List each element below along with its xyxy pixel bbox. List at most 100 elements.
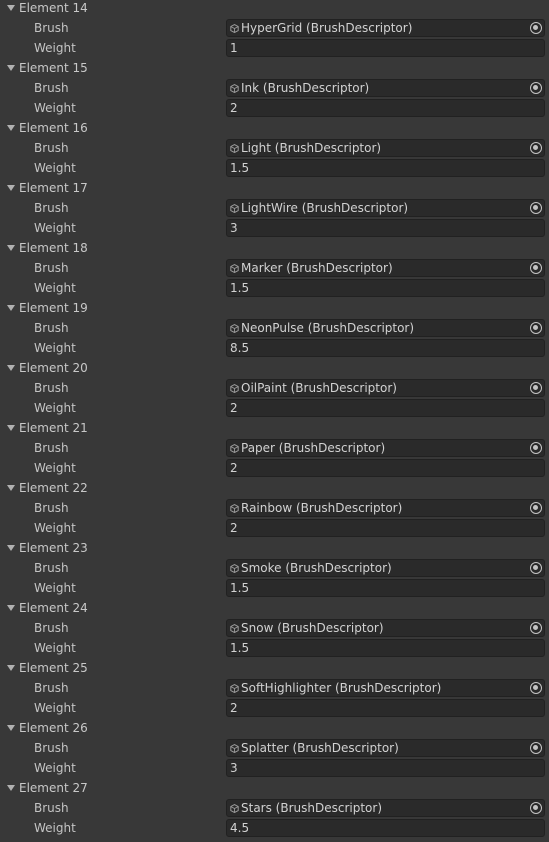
- object-picker-icon[interactable]: [530, 322, 542, 334]
- foldout-expanded-icon[interactable]: [7, 365, 15, 371]
- weight-value: 4.5: [230, 821, 250, 835]
- scriptable-object-icon: [230, 24, 239, 33]
- object-picker-icon[interactable]: [530, 382, 542, 394]
- object-picker-icon[interactable]: [530, 622, 542, 634]
- element-foldout-header[interactable]: Element 27: [0, 778, 549, 798]
- weight-label: Weight: [34, 401, 76, 415]
- weight-field[interactable]: 4.5: [226, 819, 545, 837]
- object-picker-icon[interactable]: [530, 82, 542, 94]
- foldout-expanded-icon[interactable]: [7, 725, 15, 731]
- brush-object-field[interactable]: Splatter (BrushDescriptor): [226, 739, 545, 757]
- element-foldout-header[interactable]: Element 16: [0, 118, 549, 138]
- weight-field[interactable]: 2: [226, 459, 545, 477]
- weight-field[interactable]: 8.5: [226, 339, 545, 357]
- foldout-expanded-icon[interactable]: [7, 485, 15, 491]
- brush-value: Light (BrushDescriptor): [241, 141, 382, 155]
- element-title: Element 22: [19, 481, 88, 495]
- object-picker-icon[interactable]: [530, 22, 542, 34]
- object-picker-icon[interactable]: [530, 142, 542, 154]
- object-picker-icon[interactable]: [530, 502, 542, 514]
- weight-value: 2: [230, 401, 238, 415]
- foldout-expanded-icon[interactable]: [7, 5, 15, 11]
- element-foldout-header[interactable]: Element 22: [0, 478, 549, 498]
- brush-value: Snow (BrushDescriptor): [241, 621, 384, 635]
- weight-label: Weight: [34, 341, 76, 355]
- weight-value: 1.5: [230, 641, 250, 655]
- object-picker-icon[interactable]: [530, 682, 542, 694]
- foldout-expanded-icon[interactable]: [7, 665, 15, 671]
- element-foldout-header[interactable]: Element 25: [0, 658, 549, 678]
- weight-field[interactable]: 1.5: [226, 159, 545, 177]
- foldout-expanded-icon[interactable]: [7, 785, 15, 791]
- object-picker-icon[interactable]: [530, 442, 542, 454]
- brush-object-field[interactable]: Snow (BrushDescriptor): [226, 619, 545, 637]
- element-foldout-header[interactable]: Element 17: [0, 178, 549, 198]
- object-picker-icon[interactable]: [530, 262, 542, 274]
- list-element: Element 15 Brush Ink (BrushDescriptor) W…: [0, 58, 549, 118]
- element-foldout-header[interactable]: Element 24: [0, 598, 549, 618]
- brush-object-field[interactable]: Marker (BrushDescriptor): [226, 259, 545, 277]
- element-foldout-header[interactable]: Element 23: [0, 538, 549, 558]
- weight-field[interactable]: 3: [226, 219, 545, 237]
- element-title: Element 24: [19, 601, 88, 615]
- object-picker-icon[interactable]: [530, 802, 542, 814]
- foldout-expanded-icon[interactable]: [7, 245, 15, 251]
- weight-field[interactable]: 1.5: [226, 639, 545, 657]
- brush-object-field[interactable]: Ink (BrushDescriptor): [226, 79, 545, 97]
- element-title: Element 25: [19, 661, 88, 675]
- brush-object-field[interactable]: Smoke (BrushDescriptor): [226, 559, 545, 577]
- element-foldout-header[interactable]: Element 21: [0, 418, 549, 438]
- brush-value: SoftHighlighter (BrushDescriptor): [241, 681, 442, 695]
- brush-label: Brush: [34, 741, 69, 755]
- element-title: Element 18: [19, 241, 88, 255]
- object-picker-icon[interactable]: [530, 562, 542, 574]
- brush-object-field[interactable]: LightWire (BrushDescriptor): [226, 199, 545, 217]
- foldout-expanded-icon[interactable]: [7, 125, 15, 131]
- foldout-expanded-icon[interactable]: [7, 185, 15, 191]
- object-picker-icon[interactable]: [530, 202, 542, 214]
- foldout-expanded-icon[interactable]: [7, 305, 15, 311]
- element-foldout-header[interactable]: Element 19: [0, 298, 549, 318]
- weight-value: 2: [230, 461, 238, 475]
- brush-value: NeonPulse (BrushDescriptor): [241, 321, 415, 335]
- element-foldout-header[interactable]: Element 20: [0, 358, 549, 378]
- brush-object-field[interactable]: Stars (BrushDescriptor): [226, 799, 545, 817]
- foldout-expanded-icon[interactable]: [7, 425, 15, 431]
- brush-object-field[interactable]: Paper (BrushDescriptor): [226, 439, 545, 457]
- foldout-expanded-icon[interactable]: [7, 605, 15, 611]
- brush-label: Brush: [34, 261, 69, 275]
- foldout-expanded-icon[interactable]: [7, 545, 15, 551]
- brush-object-field[interactable]: OilPaint (BrushDescriptor): [226, 379, 545, 397]
- brush-object-field[interactable]: SoftHighlighter (BrushDescriptor): [226, 679, 545, 697]
- brush-object-field[interactable]: Rainbow (BrushDescriptor): [226, 499, 545, 517]
- brush-list: Element 14 Brush HyperGrid (BrushDescrip…: [0, 0, 549, 838]
- element-foldout-header[interactable]: Element 18: [0, 238, 549, 258]
- weight-label: Weight: [34, 581, 76, 595]
- brush-value: Rainbow (BrushDescriptor): [241, 501, 403, 515]
- weight-field[interactable]: 2: [226, 399, 545, 417]
- weight-field[interactable]: 2: [226, 99, 545, 117]
- foldout-expanded-icon[interactable]: [7, 65, 15, 71]
- weight-field[interactable]: 2: [226, 699, 545, 717]
- weight-field[interactable]: 3: [226, 759, 545, 777]
- weight-field[interactable]: 2: [226, 519, 545, 537]
- brush-object-field[interactable]: NeonPulse (BrushDescriptor): [226, 319, 545, 337]
- element-foldout-header[interactable]: Element 15: [0, 58, 549, 78]
- element-foldout-header[interactable]: Element 14: [0, 0, 549, 18]
- scriptable-object-icon: [230, 624, 239, 633]
- weight-field[interactable]: 1.5: [226, 279, 545, 297]
- brush-value: Paper (BrushDescriptor): [241, 441, 386, 455]
- brush-label: Brush: [34, 381, 69, 395]
- element-foldout-header[interactable]: Element 26: [0, 718, 549, 738]
- weight-field[interactable]: 1: [226, 39, 545, 57]
- brush-label: Brush: [34, 81, 69, 95]
- brush-label: Brush: [34, 621, 69, 635]
- weight-field[interactable]: 1.5: [226, 579, 545, 597]
- list-element: Element 25 Brush SoftHighlighter (BrushD…: [0, 658, 549, 718]
- brush-value: HyperGrid (BrushDescriptor): [241, 21, 413, 35]
- brush-label: Brush: [34, 141, 69, 155]
- brush-object-field[interactable]: HyperGrid (BrushDescriptor): [226, 19, 545, 37]
- object-picker-icon[interactable]: [530, 742, 542, 754]
- brush-object-field[interactable]: Light (BrushDescriptor): [226, 139, 545, 157]
- brush-label: Brush: [34, 21, 69, 35]
